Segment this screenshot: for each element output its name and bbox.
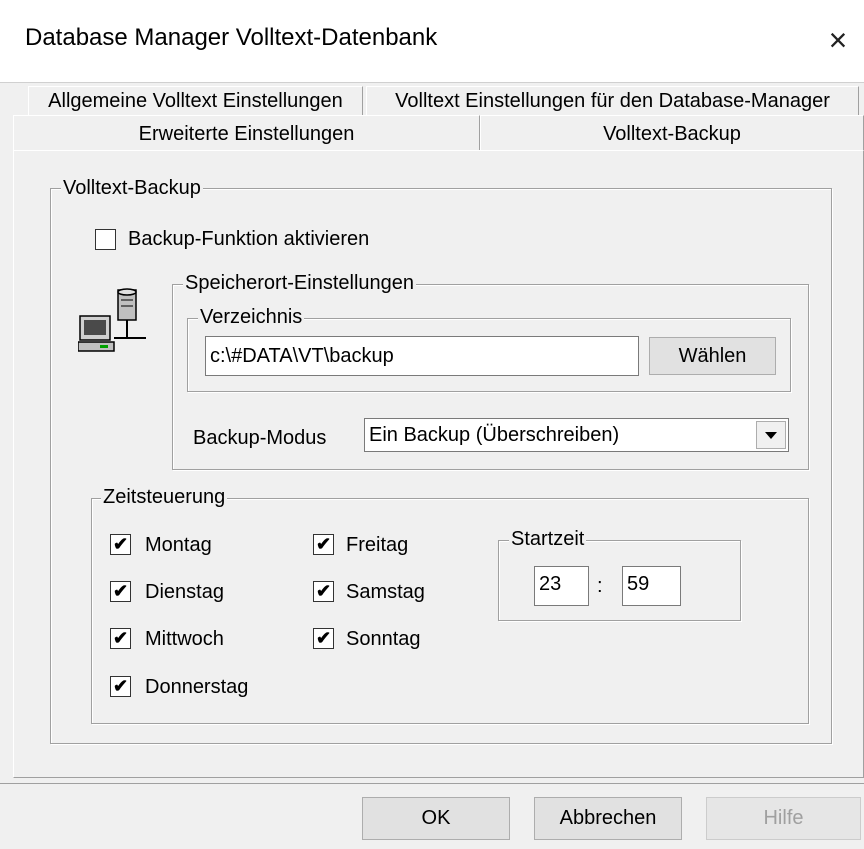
checkbox-donnerstag[interactable]: ✔: [110, 676, 131, 697]
close-icon[interactable]: ×: [818, 20, 858, 60]
title-bar: Database Manager Volltext-Datenbank ×: [0, 0, 864, 82]
time-separator: :: [597, 575, 603, 597]
label-donnerstag: Donnerstag: [145, 676, 249, 698]
help-button[interactable]: Hilfe: [706, 797, 861, 840]
storage-settings-title: Speicherort-Einstellungen: [183, 272, 417, 294]
window-title: Database Manager Volltext-Datenbank: [25, 24, 438, 51]
check-icon: ✔: [316, 534, 332, 554]
backup-group-title: Volltext-Backup: [61, 177, 203, 199]
check-icon: ✔: [113, 628, 129, 648]
start-time-title: Startzeit: [509, 528, 587, 550]
checkbox-samstag[interactable]: ✔: [313, 581, 334, 602]
label-montag: Montag: [145, 534, 212, 556]
backup-mode-label: Backup-Modus: [193, 427, 327, 449]
backup-enable-checkbox[interactable]: [95, 229, 116, 250]
checkbox-sonntag[interactable]: ✔: [313, 628, 334, 649]
label-dienstag: Dienstag: [145, 581, 224, 603]
start-minute-input[interactable]: 59: [622, 566, 681, 606]
network-computer-icon: [77, 288, 150, 354]
checkbox-montag[interactable]: ✔: [110, 534, 131, 555]
label-samstag: Samstag: [346, 581, 425, 603]
dropdown-arrow-icon[interactable]: [756, 421, 786, 449]
check-icon: ✔: [113, 676, 129, 696]
label-freitag: Freitag: [346, 534, 409, 556]
directory-group-title: Verzeichnis: [198, 306, 305, 328]
tab-allgemeine-volltext-einstellungen[interactable]: Allgemeine Volltext Einstellungen: [28, 86, 363, 115]
ok-button[interactable]: OK: [362, 797, 510, 840]
backup-mode-select[interactable]: Ein Backup (Überschreiben): [364, 418, 789, 452]
backup-enable-label: Backup-Funktion aktivieren: [128, 228, 370, 250]
choose-directory-button[interactable]: Wählen: [649, 337, 776, 375]
check-icon: ✔: [113, 581, 129, 601]
tab-volltext-einstellungen-database-manager[interactable]: Volltext Einstellungen für den Database-…: [366, 86, 859, 115]
tab-erweiterte-einstellungen[interactable]: Erweiterte Einstellungen: [13, 115, 480, 151]
checkbox-dienstag[interactable]: ✔: [110, 581, 131, 602]
backup-mode-value: Ein Backup (Überschreiben): [369, 424, 620, 446]
checkbox-mittwoch[interactable]: ✔: [110, 628, 131, 649]
check-icon: ✔: [316, 581, 332, 601]
button-area-separator: [0, 783, 864, 784]
schedule-group-title: Zeitsteuerung: [101, 486, 228, 508]
start-hour-input[interactable]: 23: [534, 566, 589, 606]
directory-input[interactable]: c:\#DATA\VT\backup: [205, 336, 639, 376]
label-mittwoch: Mittwoch: [145, 628, 224, 650]
check-icon: ✔: [113, 534, 129, 554]
check-icon: ✔: [316, 628, 332, 648]
cancel-button[interactable]: Abbrechen: [534, 797, 682, 840]
tab-volltext-backup[interactable]: Volltext-Backup: [480, 115, 864, 151]
label-sonntag: Sonntag: [346, 628, 421, 650]
checkbox-freitag[interactable]: ✔: [313, 534, 334, 555]
